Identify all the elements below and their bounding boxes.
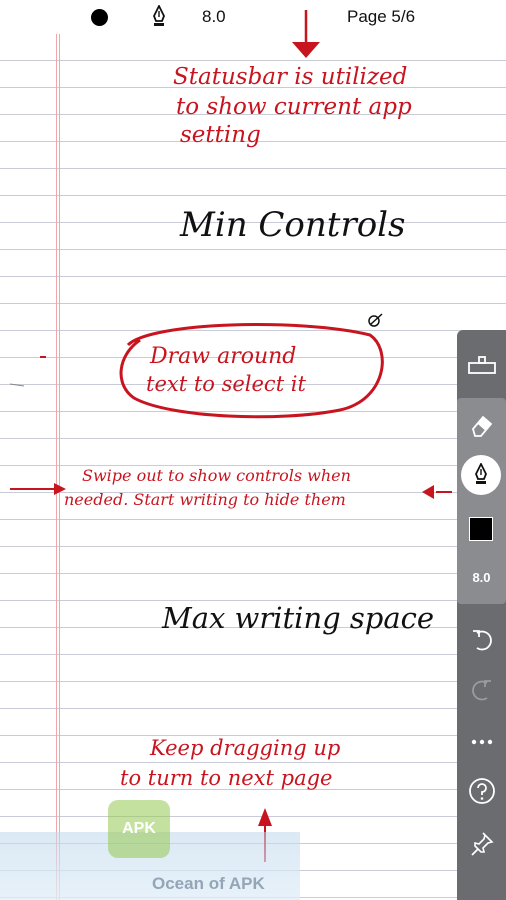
note-swipe-line1: Swipe out to show controls when: [82, 466, 351, 485]
note-swipe-line2: needed. Start writing to hide them: [64, 490, 346, 509]
note-statusbar-line3: setting: [180, 122, 261, 148]
toggle-statusbar-button[interactable]: [457, 345, 506, 385]
statusbar-toggle-icon: [467, 356, 496, 374]
note-max-writing: Max writing space: [162, 601, 435, 635]
eraser-button[interactable]: [457, 406, 506, 446]
note-draw-line2: text to select it: [146, 372, 306, 396]
note-draw-line1: Draw around: [150, 344, 297, 369]
eraser-icon: [471, 415, 492, 437]
more-dots-icon: [471, 739, 492, 745]
help-icon: [468, 778, 495, 804]
redo-button[interactable]: [457, 670, 506, 710]
watermark-text: Ocean of APK: [152, 874, 265, 893]
fountain-pen-icon: [475, 463, 487, 484]
undo-button[interactable]: [457, 620, 506, 660]
pin-button[interactable]: [457, 822, 506, 866]
note-keep-line1: Keep dragging up: [150, 736, 341, 760]
note-statusbar-line2: to show current app: [176, 94, 412, 120]
pin-icon: [470, 832, 494, 856]
undo-icon: [472, 630, 492, 651]
watermark-logo: APK: [108, 800, 170, 858]
help-button[interactable]: [457, 771, 506, 811]
note-keep-line2: to turn to next page: [120, 766, 333, 790]
ink-color-button[interactable]: [469, 517, 493, 541]
more-options-button[interactable]: [457, 722, 506, 762]
redo-icon: [471, 680, 491, 701]
pen-size-button[interactable]: 8.0: [457, 570, 506, 585]
note-statusbar-line1: Statusbar is utilized: [173, 64, 408, 90]
note-min-controls: Min Controls: [180, 205, 406, 245]
pen-button[interactable]: [461, 455, 501, 495]
